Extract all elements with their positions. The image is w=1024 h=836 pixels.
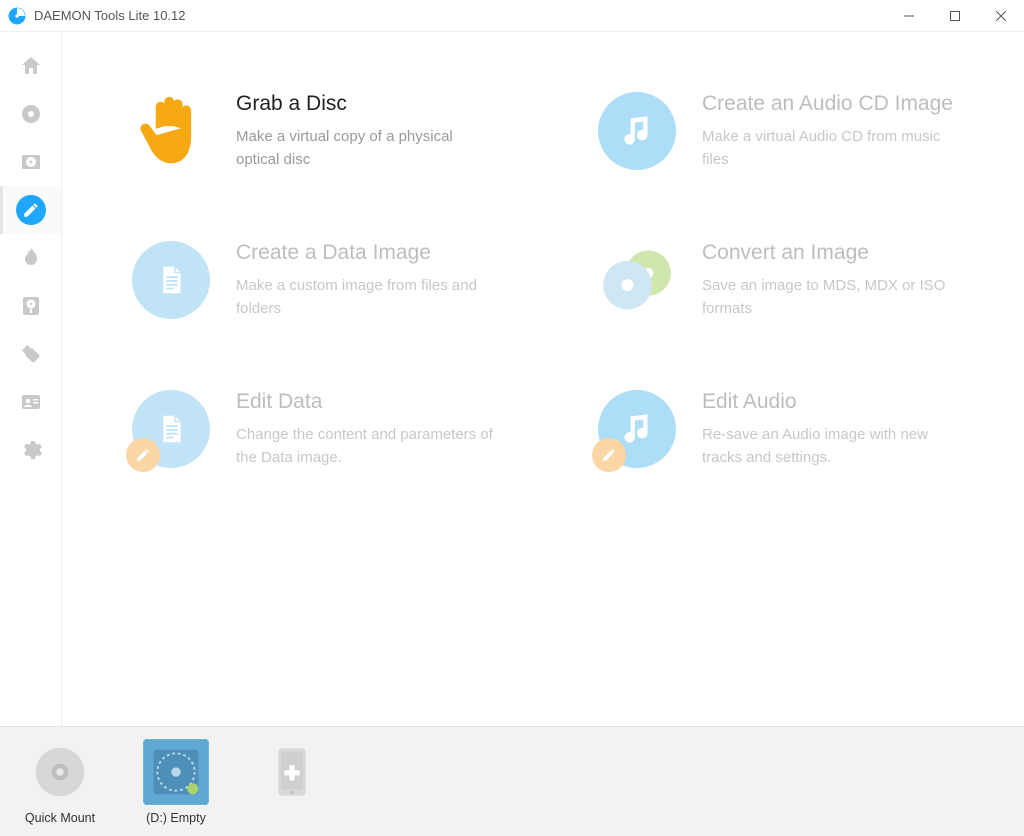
virtual-drive-icon [143, 739, 209, 805]
sidebar-item-burn[interactable] [0, 234, 62, 282]
close-button[interactable] [978, 0, 1024, 32]
action-create-audio-cd[interactable]: Create an Audio CD Image Make a virtual … [598, 92, 984, 171]
bottom-label [290, 811, 293, 825]
action-title: Create a Data Image [236, 241, 496, 265]
action-desc: Make a virtual copy of a physical optica… [236, 126, 496, 171]
action-desc: Save an image to MDS, MDX or ISO formats [702, 275, 962, 320]
action-desc: Change the content and parameters of the… [236, 424, 496, 469]
document-icon [132, 241, 210, 319]
sidebar [0, 32, 62, 726]
app-body: Grab a Disc Make a virtual copy of a phy… [0, 32, 1024, 726]
sidebar-item-settings[interactable] [0, 426, 62, 474]
action-desc: Make a virtual Audio CD from music files [702, 126, 962, 171]
action-title: Grab a Disc [236, 92, 496, 116]
action-title: Edit Audio [702, 390, 962, 414]
maximize-button[interactable] [932, 0, 978, 32]
music-note-icon [598, 92, 676, 170]
action-create-data-image[interactable]: Create a Data Image Make a custom image … [132, 241, 518, 320]
action-title: Convert an Image [702, 241, 962, 265]
sidebar-item-images[interactable] [0, 90, 62, 138]
action-grab-disc[interactable]: Grab a Disc Make a virtual copy of a phy… [132, 92, 518, 171]
window-title: DAEMON Tools Lite 10.12 [34, 8, 186, 23]
titlebar: DAEMON Tools Lite 10.12 [0, 0, 1024, 32]
bottom-quick-mount[interactable]: Quick Mount [14, 739, 106, 825]
discs-icon [598, 241, 676, 319]
content-area: Grab a Disc Make a virtual copy of a phy… [62, 32, 1024, 726]
bottom-add-device[interactable] [246, 739, 338, 825]
action-title: Edit Data [236, 390, 496, 414]
action-title: Create an Audio CD Image [702, 92, 962, 116]
bottom-drive-d[interactable]: (D:) Empty [130, 739, 222, 825]
hand-icon [132, 92, 210, 170]
minimize-button[interactable] [886, 0, 932, 32]
quick-mount-icon [27, 739, 93, 805]
action-desc: Re-save an Audio image with new tracks a… [702, 424, 962, 469]
app-icon [8, 7, 26, 25]
action-desc: Make a custom image from files and folde… [236, 275, 496, 320]
music-edit-icon [598, 390, 676, 468]
pencil-badge-icon [126, 438, 160, 472]
document-edit-icon [132, 390, 210, 468]
sidebar-item-editor[interactable] [0, 186, 62, 234]
bottom-label: (D:) Empty [146, 811, 206, 825]
bottom-label: Quick Mount [25, 811, 95, 825]
pencil-badge-icon [592, 438, 626, 472]
action-convert-image[interactable]: Convert an Image Save an image to MDS, M… [598, 241, 984, 320]
sidebar-item-drives[interactable] [0, 138, 62, 186]
bottombar: Quick Mount (D:) Empty [0, 726, 1024, 836]
add-device-icon [259, 739, 325, 805]
sidebar-item-home[interactable] [0, 42, 62, 90]
sidebar-item-hdd[interactable] [0, 282, 62, 330]
action-edit-data[interactable]: Edit Data Change the content and paramet… [132, 390, 518, 469]
sidebar-item-account[interactable] [0, 378, 62, 426]
sidebar-item-usb[interactable] [0, 330, 62, 378]
action-edit-audio[interactable]: Edit Audio Re-save an Audio image with n… [598, 390, 984, 469]
